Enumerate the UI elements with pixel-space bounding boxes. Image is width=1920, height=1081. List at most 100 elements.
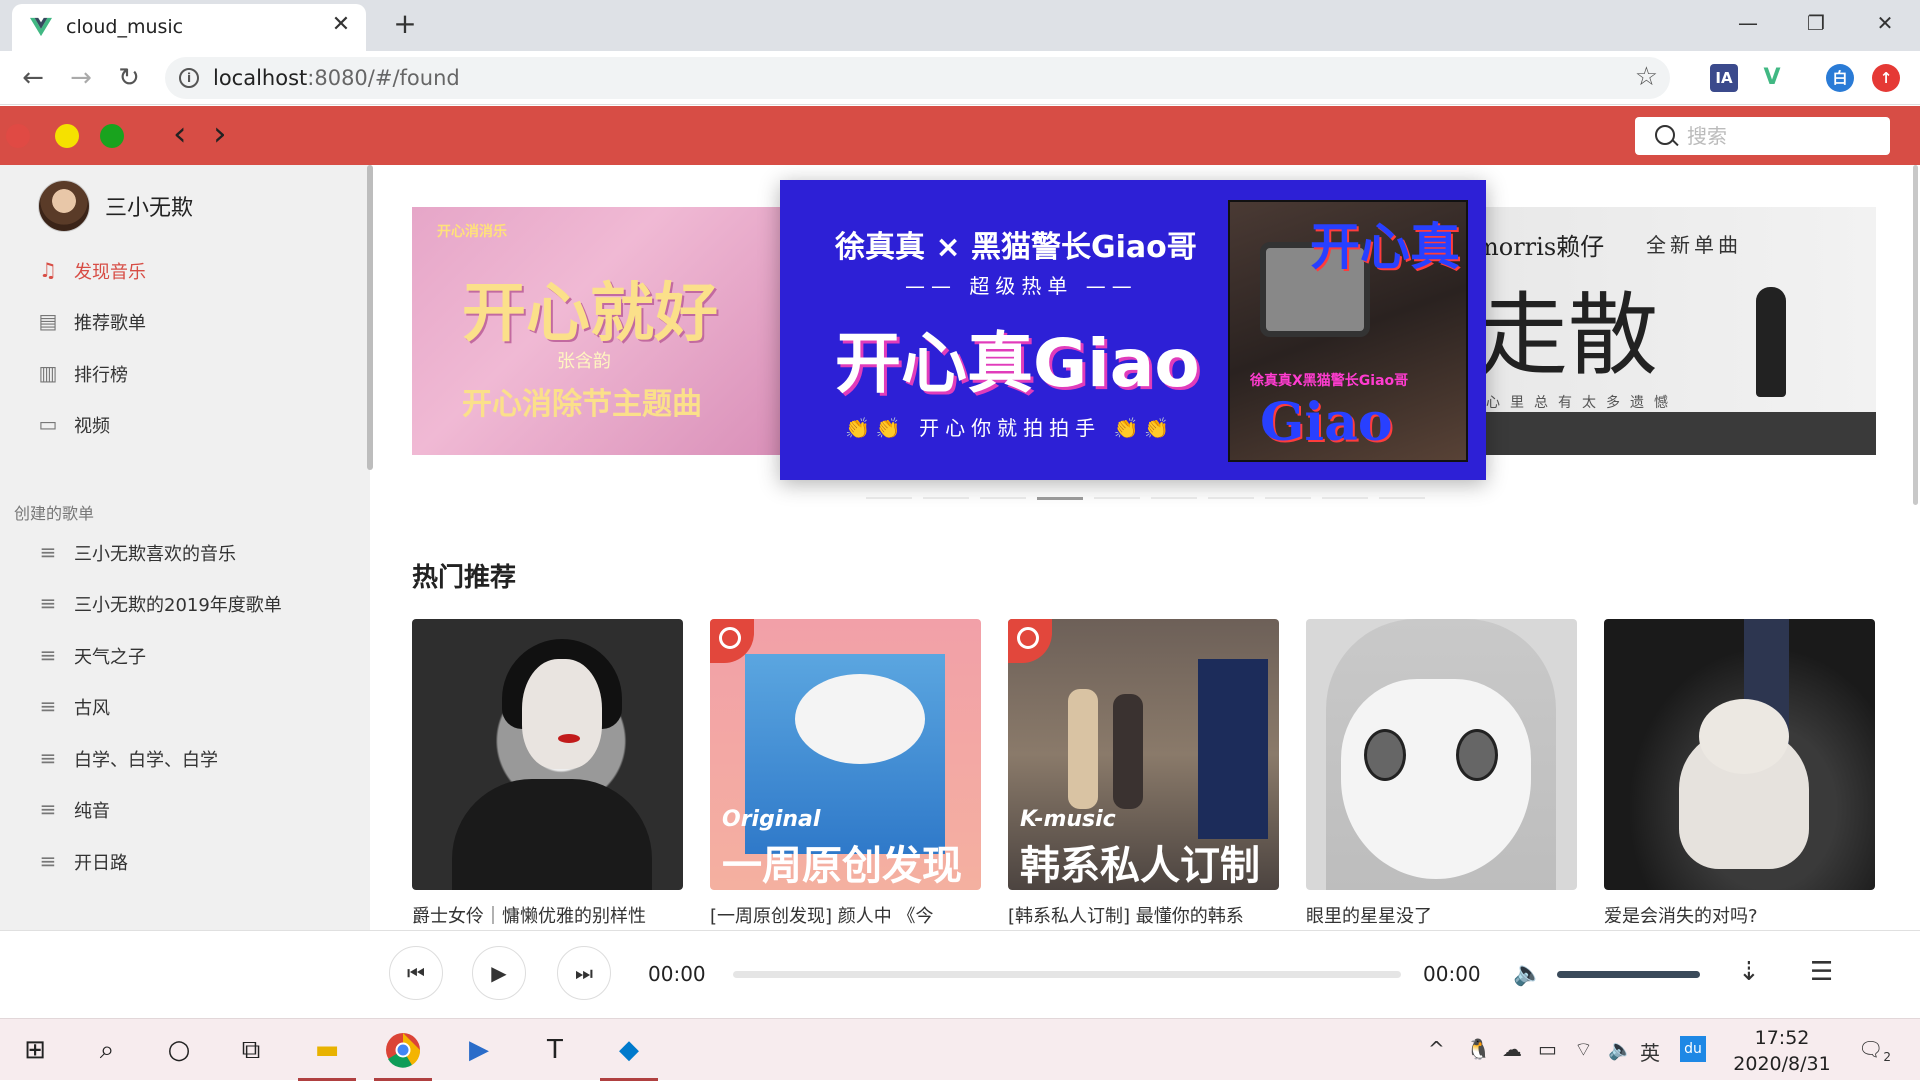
- banner-slide-active[interactable]: 徐真真 × 黑猫警长Giao哥 —— 超级热单 —— 开心真Giao 👏👏 开心…: [780, 180, 1486, 480]
- battery-icon[interactable]: ▭: [1538, 1037, 1557, 1061]
- sidebar-playlist-item[interactable]: ≡ 古风: [36, 686, 356, 726]
- sidebar-playlist-item[interactable]: ≡ 三小无欺喜欢的音乐: [36, 532, 356, 572]
- restore-button[interactable]: ❐: [1796, 8, 1836, 38]
- window-minimize-dot[interactable]: [55, 124, 79, 148]
- extension-ia-icon[interactable]: IA: [1710, 64, 1738, 92]
- main-scrollbar[interactable]: [1913, 165, 1918, 505]
- sidebar-playlist-item[interactable]: ≡ 纯音: [36, 789, 356, 829]
- back-button[interactable]: ←: [18, 63, 48, 93]
- avatar[interactable]: [38, 180, 90, 232]
- sidebar-playlist-item[interactable]: ≡ 开日路: [36, 841, 356, 881]
- play-button[interactable]: ▶: [472, 946, 526, 1000]
- progress-bar[interactable]: [733, 971, 1401, 978]
- video-icon: ▭: [38, 412, 58, 436]
- speaker-icon[interactable]: 🔈: [1608, 1037, 1633, 1061]
- banner-dot[interactable]: [1379, 497, 1425, 499]
- search-box[interactable]: [1635, 117, 1890, 155]
- wifi-icon[interactable]: ⌔: [1574, 1037, 1593, 1062]
- taskbar-date[interactable]: 2020/8/31: [1722, 1053, 1842, 1075]
- taskbar-time[interactable]: 17:52: [1722, 1027, 1842, 1049]
- address-bar[interactable]: i localhost:8080/#/found ☆: [165, 57, 1670, 99]
- minimize-button[interactable]: —: [1728, 8, 1768, 38]
- tab-close-icon[interactable]: ✕: [328, 12, 354, 38]
- sidebar: 三小无欺 ♫ 发现音乐 ▤ 推荐歌单 ▥ 排行榜 ▭ 视频 创建的歌单 ≡ 三小…: [0, 165, 370, 930]
- banner-dot-active[interactable]: [1037, 497, 1083, 500]
- banner-dot[interactable]: [866, 497, 912, 499]
- banner-dot[interactable]: [1094, 497, 1140, 499]
- banner-dot[interactable]: [1265, 497, 1311, 499]
- banner-dot[interactable]: [1322, 497, 1368, 499]
- sidebar-playlist-item[interactable]: ≡ 天气之子: [36, 635, 356, 675]
- close-window-button[interactable]: ✕: [1865, 8, 1905, 38]
- banner-dot[interactable]: [1151, 497, 1197, 499]
- music-note-icon: ♫: [39, 258, 57, 282]
- browser-toolbar: ← → ↻ i localhost:8080/#/found ☆ IA V 白 …: [0, 51, 1920, 105]
- volume-fill: [1557, 971, 1700, 978]
- reload-button[interactable]: ↻: [114, 63, 144, 93]
- sidebar-playlist-item[interactable]: ≡ 三小无欺的2019年度歌单: [36, 583, 356, 623]
- playlist-title[interactable]: 爱是会消失的对吗?: [1604, 902, 1875, 928]
- extension-vue-devtools-icon[interactable]: V: [1758, 64, 1786, 92]
- search-taskbar-icon[interactable]: ⌕: [86, 1029, 128, 1071]
- notification-center-icon[interactable]: 🗨2: [1858, 1037, 1891, 1064]
- playlist-title[interactable]: 爵士女伶｜慵懒优雅的别样性: [412, 902, 683, 928]
- windows-start-icon[interactable]: ⊞: [14, 1029, 56, 1071]
- new-tab-button[interactable]: +: [390, 10, 420, 40]
- sidebar-scrollbar[interactable]: [367, 165, 373, 470]
- next-track-button[interactable]: ⏭: [557, 946, 611, 1000]
- extension-profile-icon[interactable]: 白: [1826, 64, 1854, 92]
- search-input[interactable]: [1687, 122, 1877, 150]
- playlist-title[interactable]: 眼里的星星没了: [1306, 902, 1577, 928]
- playlist-cover[interactable]: [412, 619, 683, 890]
- task-view-icon[interactable]: ⧉: [230, 1029, 272, 1071]
- playlist-cover[interactable]: Original 一周原创发现: [710, 619, 981, 890]
- baidu-netdisk-icon[interactable]: du: [1680, 1036, 1706, 1062]
- forward-button[interactable]: →: [66, 63, 96, 93]
- banner-slide-left[interactable]: 开心消消乐 开心就好 张含韵 开心消除节主题曲: [412, 207, 792, 455]
- window-close-dot[interactable]: [6, 124, 30, 148]
- history-forward-icon[interactable]: ›: [213, 116, 227, 152]
- playlist-lines-icon: ≡: [39, 540, 57, 564]
- sidebar-item-playlists[interactable]: ▤ 推荐歌单: [36, 301, 356, 341]
- qq-icon[interactable]: 🐧: [1466, 1037, 1491, 1061]
- cloud-icon[interactable]: ☁: [1502, 1037, 1522, 1061]
- volume-slider[interactable]: [1557, 971, 1700, 978]
- sidebar-item-discover[interactable]: ♫ 发现音乐: [36, 250, 356, 290]
- browser-tab-bar: cloud_music ✕ + — ❐ ✕: [0, 0, 1920, 51]
- cortana-icon[interactable]: ○: [158, 1029, 200, 1071]
- play-mode-icon[interactable]: ⇣: [1738, 957, 1760, 987]
- sidebar-item-label: 推荐歌单: [74, 313, 146, 334]
- previous-track-button[interactable]: ⏮: [389, 946, 443, 1000]
- banner-dot[interactable]: [1208, 497, 1254, 499]
- sidebar-item-video[interactable]: ▭ 视频: [36, 404, 356, 444]
- bookmark-star-icon[interactable]: ☆: [1635, 62, 1658, 92]
- banner-slide-right[interactable]: morris赖仔 全新单曲 走散 心里总有太多遗憾: [1466, 207, 1876, 455]
- playlist-title[interactable]: [一周原创发现] 颜人中 《今: [710, 902, 981, 928]
- history-back-icon[interactable]: ‹: [173, 116, 187, 152]
- ime-indicator[interactable]: 英: [1640, 1037, 1660, 1066]
- banner-dot[interactable]: [980, 497, 1026, 499]
- extension-update-icon[interactable]: ↑: [1872, 64, 1900, 92]
- banner-dot[interactable]: [923, 497, 969, 499]
- vscode-icon[interactable]: ◆: [600, 1029, 658, 1081]
- playlist-cover[interactable]: [1306, 619, 1577, 890]
- playlist-queue-icon[interactable]: ☰: [1810, 957, 1833, 987]
- file-explorer-icon[interactable]: ▬: [298, 1029, 356, 1081]
- powershell-icon[interactable]: ▶: [458, 1029, 500, 1071]
- chrome-icon[interactable]: [374, 1029, 432, 1081]
- username[interactable]: 三小无欺: [105, 190, 193, 222]
- playlist-cover[interactable]: [1604, 619, 1875, 890]
- tray-expand-icon[interactable]: ^: [1428, 1037, 1445, 1061]
- sidebar-playlist-item[interactable]: ≡ 白学、白学、白学: [36, 738, 356, 778]
- typora-icon[interactable]: T: [534, 1029, 576, 1071]
- sidebar-item-charts[interactable]: ▥ 排行榜: [36, 353, 356, 393]
- vue-logo-icon: [30, 17, 52, 37]
- info-icon[interactable]: i: [179, 68, 199, 88]
- window-maximize-dot[interactable]: [100, 124, 124, 148]
- banner-figure: [1756, 287, 1786, 397]
- playlist-lines-icon: ≡: [39, 849, 57, 873]
- playlist-title[interactable]: [韩系私人订制] 最懂你的韩系: [1008, 902, 1279, 928]
- playlist-cover[interactable]: K-music 韩系私人订制: [1008, 619, 1279, 890]
- browser-tab[interactable]: cloud_music ✕: [12, 4, 366, 51]
- volume-icon[interactable]: 🔈: [1513, 959, 1543, 987]
